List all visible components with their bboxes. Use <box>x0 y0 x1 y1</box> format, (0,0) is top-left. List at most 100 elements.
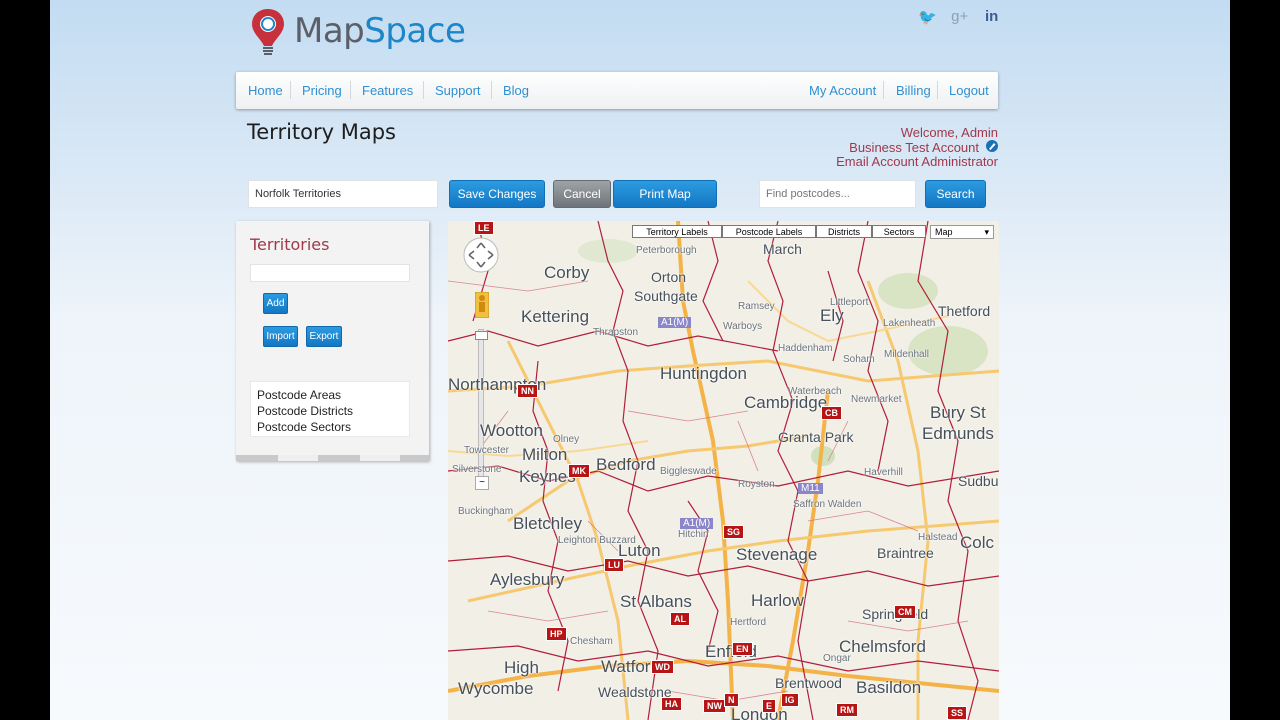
map-place-label: Milton <box>522 445 568 464</box>
nav-divider <box>491 81 492 99</box>
export-button[interactable]: Export <box>306 326 342 347</box>
map-place-label: Towcester <box>464 445 510 456</box>
map-place-label: Littleport <box>830 297 869 308</box>
map-place-label: Thrapston <box>593 327 639 338</box>
nav-divider <box>423 81 424 99</box>
map-place-label: Peterborough <box>636 245 697 256</box>
postcode-area-badge[interactable]: WD <box>651 660 674 674</box>
sectors-toggle[interactable]: Sectors <box>872 225 926 238</box>
layer-postcode-areas[interactable]: Postcode Areas <box>257 388 341 402</box>
nav-blog[interactable]: Blog <box>503 83 529 98</box>
cancel-button[interactable]: Cancel <box>553 180 611 208</box>
postcode-layers-list: Postcode Areas Postcode Districts Postco… <box>250 381 410 437</box>
edit-account-icon[interactable] <box>985 139 999 153</box>
search-button[interactable]: Search <box>925 180 986 208</box>
map-place-label: St Albans <box>620 592 692 611</box>
map-place-label: Chelmsford <box>839 637 926 656</box>
map-place-label: Haverhill <box>864 467 903 478</box>
import-button[interactable]: Import <box>263 326 298 347</box>
postcode-area-badge[interactable]: AL <box>670 612 690 626</box>
map-place-label: Halstead <box>918 532 958 543</box>
twitter-icon[interactable]: 🐦 <box>918 8 937 26</box>
map-place-label: Harlow <box>751 591 804 610</box>
layer-postcode-districts[interactable]: Postcode Districts <box>257 404 353 418</box>
map-place-label: Royston <box>738 479 775 490</box>
postcode-area-badge[interactable]: LU <box>604 558 624 572</box>
postcode-search-input[interactable] <box>759 180 916 208</box>
map-place-label: Grantа Park <box>778 429 854 445</box>
map-place-label: Mildenhall <box>884 349 930 360</box>
postcode-labels-toggle[interactable]: Postcode Labels <box>722 225 816 238</box>
nav-divider <box>937 81 938 99</box>
nav-my-account[interactable]: My Account <box>809 83 876 98</box>
postcode-area-badge[interactable]: EN <box>732 642 753 656</box>
map-place-label: Colc <box>960 533 995 552</box>
map-pin-logo-icon <box>252 9 284 55</box>
territory-filter-input[interactable] <box>250 264 410 282</box>
territories-heading: Territories <box>250 235 330 254</box>
postcode-area-badge[interactable]: RM <box>836 703 858 717</box>
add-territory-button[interactable]: Add <box>263 293 288 314</box>
mapspace-logo[interactable]: MapSpace <box>248 6 466 56</box>
road-shield: A1(M) <box>658 317 692 328</box>
google-plus-icon[interactable]: g+ <box>951 8 969 26</box>
territory-name-input[interactable] <box>248 180 438 208</box>
pan-control-icon[interactable] <box>462 236 500 274</box>
territory-map[interactable]: Territory Labels Postcode Labels Distric… <box>448 221 999 720</box>
page: MapSpace 🐦 g+ in Home Pricing Features S… <box>50 0 1230 720</box>
map-place-label: Wycombe <box>458 679 534 698</box>
panel-footer-strip <box>236 455 429 461</box>
map-place-label: Leighton Buzzard <box>558 535 636 546</box>
postcode-area-badge[interactable]: NW <box>703 699 726 713</box>
map-place-label: Lakenheath <box>883 318 936 329</box>
social-links: 🐦 g+ in <box>918 8 1001 26</box>
print-map-button[interactable]: Print Map <box>613 180 717 208</box>
map-place-label: Ely <box>820 306 844 325</box>
map-place-label: Corby <box>544 263 590 282</box>
account-role: Email Account Administrator <box>836 154 998 169</box>
nav-support[interactable]: Support <box>435 83 481 98</box>
zoom-out-button[interactable]: − <box>475 476 489 490</box>
street-view-pegman-icon[interactable] <box>475 292 489 318</box>
zoom-slider-handle[interactable] <box>475 331 488 340</box>
map-place-label: Hertford <box>730 617 767 628</box>
postcode-area-badge[interactable]: SG <box>723 525 745 539</box>
map-type-select[interactable]: Map ▾ <box>930 225 994 239</box>
map-place-label: Olney <box>553 434 580 445</box>
logo-wordmark: MapSpace <box>294 11 466 51</box>
map-place-label: Kettering <box>521 307 590 326</box>
nav-billing[interactable]: Billing <box>896 83 931 98</box>
map-place-label: Sudbury <box>958 473 999 489</box>
zoom-slider-track[interactable] <box>478 329 484 481</box>
page-title: Territory Maps <box>247 120 396 144</box>
postcode-area-badge[interactable]: E <box>762 699 777 713</box>
territory-labels-toggle[interactable]: Territory Labels <box>632 225 722 238</box>
nav-divider <box>290 81 291 99</box>
postcode-area-badge[interactable]: SS <box>947 706 968 720</box>
nav-pricing[interactable]: Pricing <box>302 83 342 98</box>
road-shield: M11 <box>798 483 823 494</box>
postcode-area-badge[interactable]: CB <box>821 406 842 420</box>
postcode-area-badge[interactable]: IG <box>781 693 799 707</box>
welcome-text: Welcome, Admin <box>900 125 998 140</box>
map-place-label: Wootton <box>480 421 544 440</box>
map-place-label: Buckingham <box>458 506 514 517</box>
postcode-area-badge[interactable]: N <box>724 693 739 707</box>
save-changes-button[interactable]: Save Changes <box>449 180 545 208</box>
map-place-label: Edmunds <box>922 424 994 443</box>
linkedin-icon[interactable]: in <box>983 8 1001 26</box>
nav-logout[interactable]: Logout <box>949 83 989 98</box>
postcode-area-badge[interactable]: NN <box>517 384 538 398</box>
postcode-area-badge[interactable]: HP <box>546 627 567 641</box>
nav-home[interactable]: Home <box>248 83 283 98</box>
nav-features[interactable]: Features <box>362 83 413 98</box>
postcode-area-badge[interactable]: CM <box>894 605 916 619</box>
postcode-area-badge[interactable]: LE <box>474 221 494 235</box>
layer-postcode-sectors[interactable]: Postcode Sectors <box>257 420 351 434</box>
postcode-area-badge[interactable]: HA <box>661 697 682 711</box>
map-place-label: Ramsey <box>738 301 775 312</box>
districts-toggle[interactable]: Districts <box>816 225 872 238</box>
postcode-area-badge[interactable]: MK <box>568 464 590 478</box>
map-place-label: Stevenage <box>736 545 818 564</box>
map-place-label: Bedford <box>596 455 656 474</box>
